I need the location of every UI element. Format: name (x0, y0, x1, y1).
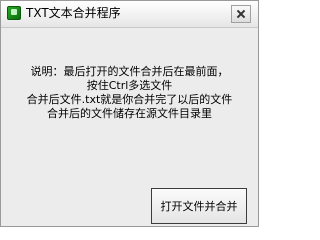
close-button[interactable] (231, 5, 251, 23)
instruction-line: 合并后文件.txt就是你合并完了以后的文件 (26, 93, 233, 106)
open-and-merge-button[interactable]: 打开文件并合并 (151, 188, 247, 224)
instruction-line: 按住Ctrl多选文件 (86, 79, 173, 92)
client-area: 说明：最后打开的文件合并后在最前面， 按住Ctrl多选文件 合并后文件.txt就… (1, 28, 258, 226)
app-window: TXT文本合并程序 说明：最后打开的文件合并后在最前面， 按住Ctrl多选文件 … (0, 0, 259, 227)
app-icon (7, 6, 21, 20)
instructions-text: 说明：最后打开的文件合并后在最前面， 按住Ctrl多选文件 合并后文件.txt就… (1, 65, 258, 121)
title-bar[interactable]: TXT文本合并程序 (1, 1, 258, 28)
instruction-line: 说明：最后打开的文件合并后在最前面， (30, 65, 229, 78)
close-icon (236, 9, 246, 19)
window-title: TXT文本合并程序 (26, 6, 121, 20)
instruction-line: 合并后的文件储存在源文件目录里 (47, 107, 212, 120)
